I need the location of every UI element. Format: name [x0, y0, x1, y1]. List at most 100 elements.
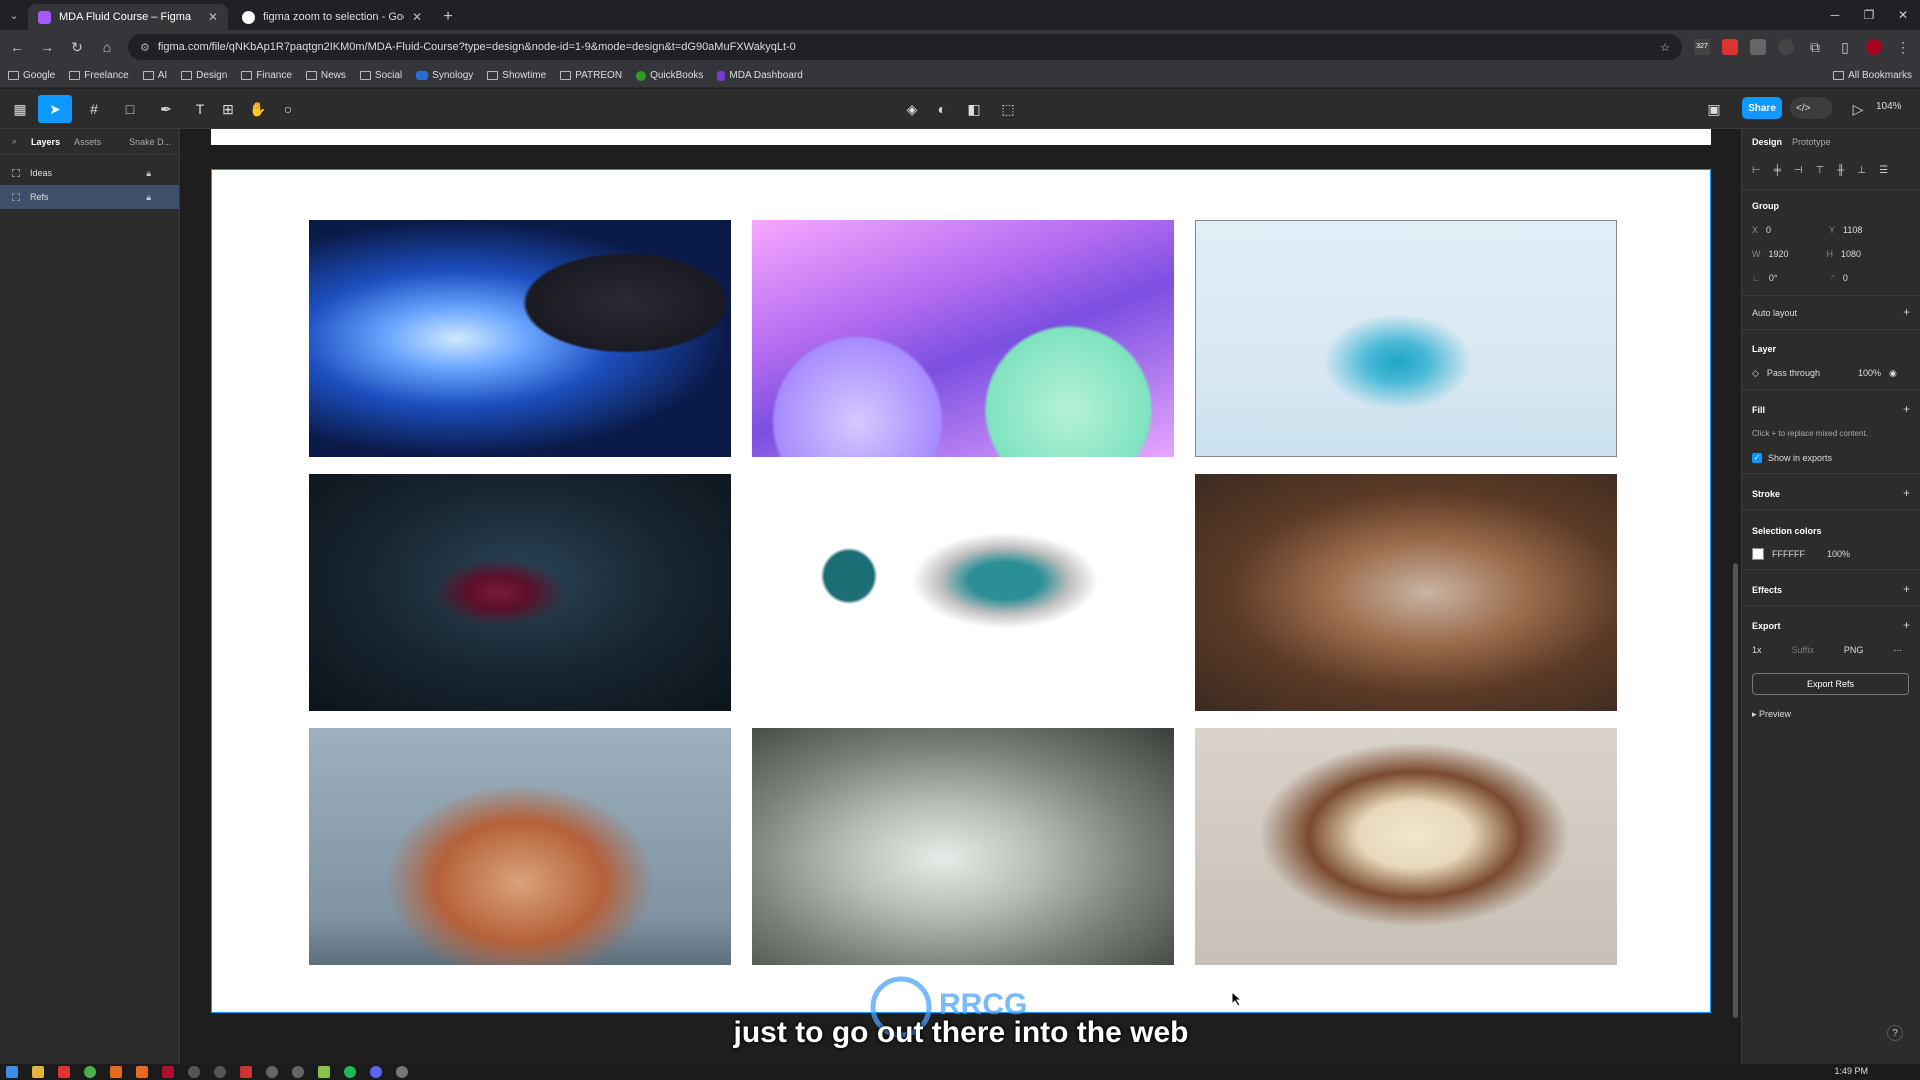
app-icon[interactable] — [162, 1066, 174, 1078]
extensions-puzzle-icon[interactable]: ⧉ — [1806, 39, 1824, 56]
frame-tool-icon[interactable]: # — [80, 95, 108, 123]
app-icon[interactable] — [292, 1066, 304, 1078]
ref-image-teal-ink[interactable] — [752, 474, 1174, 711]
main-menu-icon[interactable]: ▦ — [6, 95, 34, 123]
browser-tab-figma[interactable]: MDA Fluid Course – Figma ✕ — [28, 4, 228, 30]
app-icon[interactable] — [396, 1066, 408, 1078]
comment-tool-icon[interactable]: ○ — [274, 95, 302, 123]
help-icon[interactable]: ? — [1887, 1025, 1903, 1041]
extension-icon[interactable] — [1778, 39, 1794, 55]
extension-icon[interactable] — [1750, 39, 1766, 55]
bookmark-design[interactable]: Design — [181, 70, 227, 81]
add-auto-layout-icon[interactable]: + — [1903, 306, 1910, 318]
bookmark-star-icon[interactable]: ☆ — [1660, 41, 1670, 54]
ref-image-blue-liquid[interactable] — [309, 220, 731, 457]
app-icon[interactable] — [188, 1066, 200, 1078]
x-field[interactable]: X0 — [1752, 225, 1771, 235]
lock-icon[interactable]: 🔒︎ — [146, 192, 151, 203]
bookmark-finance[interactable]: Finance — [241, 70, 292, 81]
add-stroke-icon[interactable]: + — [1903, 487, 1910, 499]
selection-color-row[interactable]: FFFFFF 100% — [1752, 548, 1910, 560]
ref-image-orange-splash[interactable] — [309, 728, 731, 965]
boolean-icon[interactable]: ◧ — [960, 95, 988, 123]
export-suffix-input[interactable]: Suffix — [1792, 645, 1814, 656]
present-icon[interactable]: ▷ — [1844, 95, 1872, 123]
layer-opacity-field[interactable]: 100% — [1858, 368, 1881, 379]
spotify-icon[interactable] — [344, 1066, 356, 1078]
close-window-icon[interactable]: ✕ — [1886, 0, 1920, 30]
restore-icon[interactable]: ❐ — [1852, 0, 1886, 30]
file-explorer-icon[interactable] — [32, 1066, 44, 1078]
url-field[interactable]: ⚙ figma.com/file/qNKbAp1R7paqtgn2IKM0m/M… — [128, 34, 1682, 60]
group-label[interactable]: Group — [1752, 201, 1779, 211]
blend-mode-select[interactable]: Pass through — [1767, 368, 1820, 379]
chrome-icon[interactable] — [84, 1066, 96, 1078]
align-top-icon[interactable]: ⊤ — [1816, 165, 1825, 176]
app-icon[interactable] — [318, 1066, 330, 1078]
browser-tab-google[interactable]: figma zoom to selection - Goo ✕ — [232, 4, 432, 30]
crop-icon[interactable]: ⬚ — [994, 95, 1022, 123]
bookmark-ai[interactable]: AI — [142, 70, 167, 81]
app-icon[interactable] — [214, 1066, 226, 1078]
tab-search-icon[interactable]: ⌄ — [0, 0, 28, 30]
ref-image-bronze-splash[interactable] — [1195, 474, 1617, 711]
export-more-icon[interactable]: ⋯ — [1893, 645, 1902, 656]
extension-icon[interactable] — [1722, 39, 1738, 55]
align-middle-icon[interactable]: ╫ — [1837, 165, 1844, 176]
canvas-scrollbar[interactable] — [1733, 563, 1738, 1018]
taskbar-clock[interactable]: 1:49 PM — [1834, 1066, 1868, 1076]
app-icon[interactable] — [58, 1066, 70, 1078]
tab-layers[interactable]: Layers — [31, 137, 60, 147]
ideas-frame[interactable] — [211, 129, 1711, 145]
ref-image-cyan-splash[interactable] — [1195, 220, 1617, 457]
bookmark-synology[interactable]: Synology — [416, 70, 473, 81]
ref-image-water-splash[interactable] — [752, 728, 1174, 965]
site-info-icon[interactable]: ⚙ — [140, 41, 150, 54]
align-center-h-icon[interactable]: ╪ — [1774, 165, 1781, 176]
export-scale-select[interactable]: 1x — [1752, 645, 1762, 656]
forward-icon[interactable]: → — [38, 39, 56, 55]
reload-icon[interactable]: ↻ — [68, 39, 86, 56]
show-in-exports-checkbox[interactable]: ✓ — [1752, 453, 1762, 463]
text-tool-icon[interactable]: T — [186, 95, 214, 123]
search-icon[interactable]: ⌕ — [12, 136, 17, 147]
color-hex[interactable]: FFFFFF — [1772, 549, 1805, 559]
new-tab-button[interactable]: + — [436, 4, 460, 30]
share-button[interactable]: Share — [1742, 97, 1782, 119]
align-bottom-icon[interactable]: ⊥ — [1857, 165, 1866, 176]
color-opacity[interactable]: 100% — [1827, 549, 1850, 559]
tab-prototype[interactable]: Prototype — [1792, 137, 1831, 147]
canvas[interactable]: RRCG just to go out there into the web — [181, 129, 1741, 1064]
start-icon[interactable] — [6, 1066, 18, 1078]
add-effect-icon[interactable]: + — [1903, 583, 1910, 595]
app-icon[interactable] — [110, 1066, 122, 1078]
app-icon[interactable] — [240, 1066, 252, 1078]
visibility-eye-icon[interactable]: ◉ — [1889, 368, 1897, 379]
pen-tool-icon[interactable]: ✒ — [152, 95, 180, 123]
align-left-icon[interactable]: ⊢ — [1752, 165, 1761, 176]
export-format-select[interactable]: PNG — [1844, 645, 1864, 656]
radius-field[interactable]: ◜ 0 — [1831, 273, 1848, 284]
app-icon[interactable] — [136, 1066, 148, 1078]
y-field[interactable]: Y 1108 — [1829, 225, 1862, 235]
extension-badge-icon[interactable]: 327 — [1694, 39, 1710, 55]
move-tool-icon[interactable]: ➤ — [38, 95, 72, 123]
distribute-icon[interactable]: ☰ — [1879, 165, 1888, 176]
home-icon[interactable]: ⌂ — [98, 39, 116, 55]
dev-mode-toggle[interactable]: </> — [1790, 97, 1832, 119]
preview-toggle[interactable]: ▸ Preview — [1752, 709, 1910, 720]
profile-avatar[interactable] — [1866, 39, 1882, 55]
close-tab-icon[interactable]: ✕ — [412, 10, 422, 24]
close-tab-icon[interactable]: ✕ — [208, 10, 218, 24]
width-field[interactable]: W 1920 — [1752, 249, 1789, 259]
bookmark-social[interactable]: Social — [359, 70, 402, 81]
bookmark-google[interactable]: Google — [8, 70, 55, 81]
resources-icon[interactable]: ⊞ — [214, 95, 242, 123]
mask-icon[interactable]: ◐ — [928, 95, 956, 123]
add-fill-icon[interactable]: + — [1903, 403, 1910, 415]
shape-tool-icon[interactable]: □ — [116, 95, 144, 123]
export-refs-button[interactable]: Export Refs — [1752, 673, 1909, 695]
align-right-icon[interactable]: ⊣ — [1794, 165, 1803, 176]
bookmark-news[interactable]: News — [305, 70, 346, 81]
height-field[interactable]: H 1080 — [1827, 249, 1862, 259]
